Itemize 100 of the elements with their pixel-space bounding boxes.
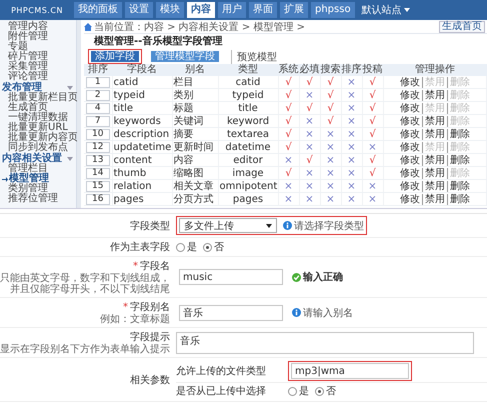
order-field[interactable]: 12 (86, 142, 110, 153)
nav-tab[interactable]: 设置 (125, 2, 153, 18)
action-link[interactable]: 禁用 (422, 116, 447, 126)
nav-tab[interactable]: phpsso (311, 2, 355, 18)
action-link[interactable]: 删除 (446, 128, 472, 140)
sidebar-item[interactable]: 碎片管理 (0, 52, 76, 62)
sidebar-item[interactable]: 推荐位管理 (0, 194, 76, 204)
action-link: 删除 (446, 76, 472, 88)
sidebar-item[interactable]: 采集管理 (0, 62, 76, 72)
order-field[interactable]: 2 (86, 90, 110, 101)
section-title[interactable]: 发布管理 (2, 82, 42, 93)
sidebar-item[interactable]: 管理内容 (0, 22, 76, 32)
action-link[interactable]: 禁用 (422, 168, 447, 178)
action-link: 禁用 (422, 76, 447, 88)
action-link[interactable]: 修改 (398, 76, 422, 88)
action-link[interactable]: 禁用 (422, 154, 447, 166)
check-mark: √ (369, 128, 376, 140)
action-link[interactable]: 修改 (398, 128, 422, 140)
table-cell: datetime (218, 140, 278, 154)
radio-option[interactable]: 否 (203, 240, 224, 254)
action-link[interactable]: 修改 (398, 180, 422, 192)
action-link[interactable]: 修改 (398, 142, 422, 152)
table-cell: catid (112, 76, 172, 88)
sidebar-item[interactable]: 批量更新栏目页 (0, 93, 76, 103)
sidebar-item[interactable]: 专题 (0, 42, 76, 52)
sidebar-item[interactable]: 同步到发布点 (0, 143, 76, 153)
column-header: 字段名 (112, 64, 172, 76)
section-title[interactable]: 内容相关设置 (2, 153, 62, 164)
info-icon (283, 221, 292, 230)
action-link[interactable]: 禁用 (422, 128, 447, 140)
table-cell: thumb (112, 166, 172, 180)
sidebar-item[interactable]: 批量更新URL (0, 123, 76, 133)
sidebar-item[interactable]: 模型管理 (0, 174, 76, 184)
sidebar-item[interactable]: 生成首页 (0, 103, 76, 113)
action-link[interactable]: 禁用 (422, 194, 447, 204)
cross-mark: × (326, 180, 335, 192)
radio-option[interactable]: 否 (315, 384, 336, 398)
select-field[interactable]: 多文件上传 (179, 218, 277, 233)
order-field[interactable]: 10 (86, 129, 110, 140)
action-link[interactable]: 修改 (398, 116, 422, 126)
cross-mark: × (347, 154, 356, 166)
cross-mark: × (326, 142, 335, 152)
cross-mark: × (326, 194, 335, 204)
order-field[interactable]: 1 (86, 77, 110, 88)
nav-tab[interactable]: 内容 (187, 2, 215, 18)
toolbar-button[interactable]: 添加字段 (91, 51, 139, 62)
hint-text: 请选择字段类型 (294, 220, 364, 232)
breadcrumb: 当前位置：内容 > 内容相关设置 > 模型管理 > (94, 20, 306, 34)
cross-mark: × (305, 116, 314, 126)
generate-button[interactable]: 生成首页 (439, 20, 485, 32)
action-link[interactable]: 禁用 (422, 90, 447, 100)
radio-option[interactable]: 是 (176, 240, 197, 254)
table-cell: editor (218, 154, 278, 166)
radio-option[interactable]: 是 (288, 384, 309, 398)
sidebar-item[interactable]: 管理栏目 (0, 164, 76, 174)
check-mark: √ (285, 76, 292, 88)
nav-tab[interactable]: 用户 (218, 2, 246, 18)
table-cell: 摘要 (172, 128, 218, 140)
field-label: 字段类型 (130, 220, 170, 232)
sidebar-item[interactable]: 评论管理 (0, 72, 76, 82)
nav-tab[interactable]: 我的面板 (74, 2, 122, 18)
site-menu[interactable]: 默认站点 (358, 3, 414, 17)
sidebar-item[interactable]: 一键清理数据 (0, 113, 76, 123)
action-link[interactable]: 修改 (398, 154, 422, 166)
order-field[interactable]: 4 (86, 103, 110, 114)
action-link[interactable]: 修改 (398, 90, 422, 100)
order-field[interactable]: 16 (86, 194, 110, 205)
text-area[interactable]: 音乐 (176, 332, 474, 354)
input-field[interactable]: 音乐 (179, 304, 283, 320)
sidebar-item[interactable]: 附件管理 (0, 32, 76, 42)
sidebar-item[interactable]: 类别管理 (0, 184, 76, 194)
action-link[interactable]: 删除 (446, 154, 472, 166)
nav-tab[interactable]: 扩展 (280, 2, 308, 18)
nav-tab[interactable]: 界面 (249, 2, 277, 18)
order-field[interactable]: 15 (86, 181, 110, 192)
order-field[interactable]: 7 (86, 116, 110, 127)
action-link[interactable]: 修改 (398, 168, 422, 178)
check-mark: √ (306, 102, 313, 114)
action-link[interactable]: 修改 (398, 102, 422, 114)
input-field[interactable]: mp3|wma (291, 363, 409, 379)
action-link[interactable]: 修改 (398, 194, 422, 204)
nav-tab[interactable]: 模块 (156, 2, 184, 18)
check-mark: √ (327, 76, 334, 88)
cross-mark: × (326, 154, 335, 166)
column-header: 必填 (299, 64, 320, 76)
cross-mark: × (284, 154, 293, 166)
table-cell: 标题 (172, 102, 218, 114)
column-header: 别名 (172, 64, 218, 76)
action-link[interactable]: 删除 (446, 180, 472, 192)
action-link[interactable]: 删除 (446, 194, 472, 204)
field-label: 相关参数 (130, 374, 170, 386)
cross-mark: × (347, 76, 356, 88)
table-cell: updatetime (112, 140, 172, 154)
action-link[interactable]: 禁用 (422, 180, 447, 192)
sidebar-item[interactable]: 批量更新内容页 (0, 133, 76, 143)
cross-mark: × (347, 194, 356, 204)
cross-mark: × (368, 142, 377, 152)
order-field[interactable]: 13 (86, 155, 110, 166)
input-field[interactable]: music (179, 269, 283, 285)
order-field[interactable]: 14 (86, 168, 110, 179)
